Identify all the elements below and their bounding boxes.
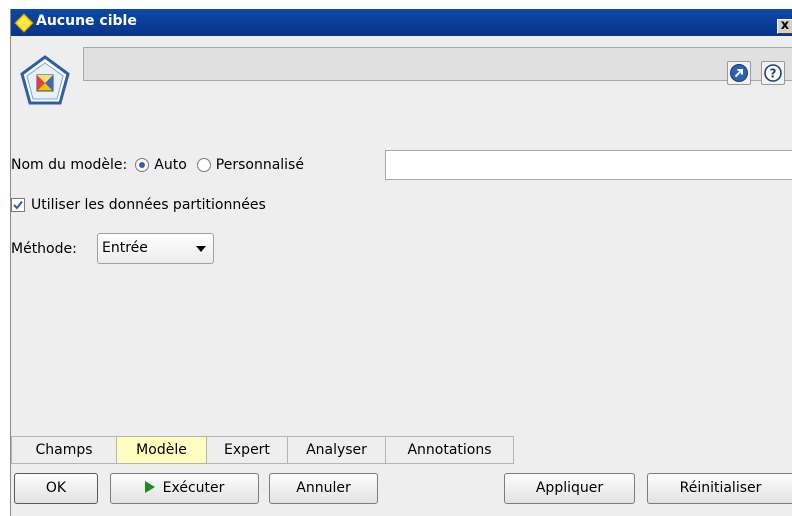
window-title: Aucune cible	[36, 13, 137, 29]
close-button[interactable]: x	[777, 19, 792, 34]
tab-modele[interactable]: Modèle	[117, 436, 207, 464]
node-name-bar	[83, 47, 792, 81]
reset-button[interactable]: Réinitialiser	[647, 473, 792, 504]
title-bar[interactable]: Aucune cible x	[11, 9, 792, 36]
tab-annotations[interactable]: Annotations	[386, 436, 514, 464]
radio-custom[interactable]	[196, 158, 211, 172]
method-select[interactable]: Entrée	[97, 233, 214, 264]
launch-arrow-icon	[730, 64, 748, 82]
tab-analyser[interactable]: Analyser	[288, 436, 386, 464]
diamond-icon	[14, 13, 34, 33]
model-node-icon	[20, 55, 70, 105]
chevron-down-icon	[196, 246, 206, 252]
help-button[interactable]: ?	[761, 61, 785, 85]
tab-expert[interactable]: Expert	[207, 436, 288, 464]
method-row: Méthode:	[11, 237, 77, 261]
model-name-row: Nom du modèle: Auto Personnalisé	[11, 153, 304, 177]
method-label: Méthode:	[11, 241, 77, 257]
tab-champs[interactable]: Champs	[11, 436, 117, 464]
dialog-window: Aucune cible x ? Nom du modèle: Auto Per…	[10, 9, 792, 516]
close-icon: x	[780, 19, 790, 33]
radio-auto[interactable]	[135, 158, 150, 172]
radio-custom-label[interactable]: Personnalisé	[216, 157, 304, 173]
apply-button[interactable]: Appliquer	[504, 473, 635, 504]
method-select-value: Entrée	[102, 240, 148, 256]
checkmark-icon	[13, 200, 23, 210]
use-partitioned-checkbox[interactable]	[11, 198, 25, 212]
svg-text:?: ?	[770, 67, 777, 81]
play-icon	[144, 481, 155, 493]
help-icon: ?	[764, 64, 782, 82]
run-button[interactable]: Exécuter	[110, 473, 259, 504]
use-partitioned-label[interactable]: Utiliser les données partitionnées	[31, 197, 266, 213]
ok-button[interactable]: OK	[14, 473, 98, 504]
radio-auto-label[interactable]: Auto	[154, 157, 187, 173]
model-name-label: Nom du modèle:	[11, 157, 128, 173]
launch-button[interactable]	[727, 61, 751, 85]
node-header: ?	[11, 36, 792, 121]
custom-model-name-input[interactable]	[385, 150, 792, 180]
tab-bar: Champs Modèle Expert Analyser Annotation…	[11, 436, 514, 464]
button-bar: OK Exécuter Annuler Appliquer Réinitiali…	[11, 464, 792, 516]
cancel-button[interactable]: Annuler	[269, 473, 378, 504]
partition-row: Utiliser les données partitionnées	[11, 193, 266, 217]
